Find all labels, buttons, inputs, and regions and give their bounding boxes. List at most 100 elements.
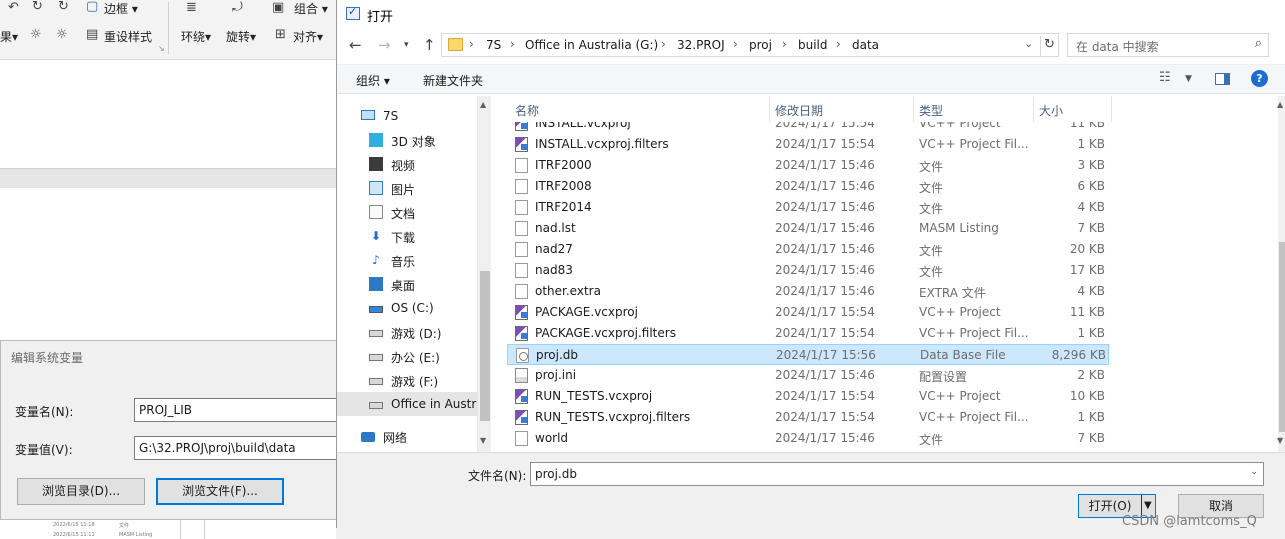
recent-locations-icon[interactable]: ▾ (404, 40, 409, 50)
organize-menu-button[interactable]: 组织 ▾ (356, 72, 390, 89)
nav-item-label: 3D 对象 (391, 135, 436, 149)
ribbon-group-button[interactable]: 组合 ▾ (294, 0, 328, 17)
file-modified-date: 2024/1/17 15:54 (775, 389, 875, 403)
file-list-scrollbar[interactable]: ▲ ▼ (1277, 96, 1285, 452)
file-row[interactable]: proj.ini 2024/1/17 15:46 配置设置 2 KB (507, 365, 1109, 386)
nav-item-network[interactable]: 网络 (337, 424, 477, 448)
column-header-type[interactable]: 类型 (919, 102, 943, 119)
file-row[interactable]: PACKAGE.vcxproj 2024/1/17 15:54 VC++ Proje… (507, 302, 1109, 323)
dialog-titlebar[interactable]: 打开 (337, 0, 1285, 30)
nav-item-drive-d[interactable]: 游戏 (D:) (337, 320, 477, 344)
variable-value-input[interactable]: G:\32.PROJ\proj\build\data (134, 436, 354, 460)
file-row[interactable]: ITRF2008 2024/1/17 15:46 文件 6 KB (507, 176, 1109, 197)
new-folder-button[interactable]: 新建文件夹 (423, 72, 483, 89)
nav-item-drive-c[interactable]: OS (C:) (337, 296, 477, 320)
cube-icon (369, 133, 383, 147)
address-bar[interactable]: › 7S › Office in Australia (G:) › 32.PRO… (441, 33, 1059, 57)
chevron-down-icon[interactable]: ▼ (1185, 74, 1192, 84)
column-header-size[interactable]: 大小 (1039, 102, 1063, 119)
file-modified-date: 2024/1/17 15:56 (776, 348, 876, 362)
scroll-thumb[interactable] (1279, 242, 1285, 432)
file-size: 4 KB (1077, 284, 1105, 298)
file-row[interactable]: nad83 2024/1/17 15:46 文件 17 KB (507, 260, 1109, 281)
breadcrumb-separator: › (469, 37, 474, 51)
column-divider[interactable] (913, 96, 914, 122)
file-row[interactable]: nad.lst 2024/1/17 15:46 MASM Listing 7 KB (507, 218, 1109, 239)
chevron-down-icon[interactable]: ⌄ (1250, 467, 1258, 477)
breadcrumb-7s[interactable]: 7S (486, 38, 501, 52)
ribbon-reset-style-button[interactable]: 重设样式 (104, 28, 152, 45)
column-header-name[interactable]: 名称 (515, 102, 539, 119)
column-divider[interactable] (1033, 96, 1034, 122)
view-options-icon[interactable]: ☷ (1159, 70, 1171, 85)
ribbon-align-button[interactable]: 对齐▾ (293, 28, 323, 45)
breadcrumb-drive[interactable]: Office in Australia (G:) (525, 38, 658, 52)
file-row[interactable]: INSTALL.vcxproj.filters 2024/1/17 15:54 VC… (507, 134, 1109, 155)
picture-icon (369, 181, 383, 195)
file-row[interactable]: PACKAGE.vcxproj.filters 2024/1/17 15:54 VC… (507, 323, 1109, 344)
column-divider[interactable] (1111, 96, 1112, 122)
breadcrumb-32proj[interactable]: 32.PROJ (677, 38, 725, 52)
file-row[interactable]: nad27 2024/1/17 15:46 文件 20 KB (507, 239, 1109, 260)
file-row[interactable]: proj.db 2024/1/17 15:56 Data Base File 8,29… (507, 344, 1109, 365)
column-header-date[interactable]: 修改日期 (775, 102, 823, 119)
search-input[interactable]: 在 data 中搜索 ⌕ (1067, 33, 1269, 57)
address-dropdown-icon[interactable]: ⌄ (1024, 37, 1033, 50)
refresh-icon[interactable]: ↻ (1040, 36, 1058, 56)
dialog-launcher-icon[interactable]: ↘ (158, 44, 165, 53)
filename-input[interactable]: proj.db ⌄ (530, 462, 1264, 486)
nav-item-7s[interactable]: 7S (337, 104, 477, 128)
nav-item-music[interactable]: ♪ 音乐 (337, 248, 477, 272)
back-arrow-icon[interactable]: ← (349, 36, 362, 54)
file-row[interactable]: world 2024/1/17 15:46 文件 7 KB (507, 428, 1109, 449)
navigation-scrollbar[interactable]: ▲ ▼ (477, 96, 491, 452)
file-type: 文件 (919, 202, 944, 216)
nav-item-pictures[interactable]: 图片 (337, 176, 477, 200)
drive-icon (369, 330, 383, 337)
command-toolbar: 组织 ▾ 新建文件夹 ☷ ▼ ? (337, 64, 1285, 94)
variable-name-input[interactable]: PROJ_LIB (134, 398, 354, 422)
breadcrumb-data[interactable]: data (852, 38, 879, 52)
browse-file-button[interactable]: 浏览文件(F)... (156, 478, 284, 505)
nav-item-documents[interactable]: 文档 (337, 200, 477, 224)
ribbon-rotate-button[interactable]: 旋转▾ (226, 28, 256, 45)
nav-item-3d-objects[interactable]: 3D 对象 (337, 128, 477, 152)
breadcrumb-proj[interactable]: proj (749, 38, 772, 52)
browse-directory-button[interactable]: 浏览目录(D)... (17, 478, 145, 505)
ribbon-wrap-button[interactable]: 环绕▾ (181, 28, 211, 45)
vcxproj-file-icon (515, 389, 528, 404)
search-icon[interactable]: ⌕ (1255, 36, 1262, 51)
forward-arrow-icon[interactable]: → (378, 36, 391, 54)
config-file-icon (515, 368, 528, 383)
nav-item-drive-e[interactable]: 办公 (E:) (337, 344, 477, 368)
file-row[interactable]: ITRF2000 2024/1/17 15:46 文件 3 KB (507, 155, 1109, 176)
scroll-thumb[interactable] (480, 271, 490, 421)
nav-item-drive-g[interactable]: Office in Australia (G:) (337, 392, 491, 416)
breadcrumb-separator: › (661, 37, 666, 51)
file-row[interactable]: other.extra 2024/1/17 15:46 EXTRA 文件 4 KB (507, 281, 1109, 302)
breadcrumb-separator: › (510, 37, 515, 51)
nav-item-drive-f[interactable]: 游戏 (F:) (337, 368, 477, 392)
scroll-down-icon[interactable]: ▼ (1277, 436, 1283, 445)
file-row[interactable]: RUN_TESTS.vcxproj 2024/1/17 15:54 VC++ Pro… (507, 386, 1109, 407)
nav-item-label: 办公 (E:) (391, 351, 440, 365)
scroll-up-icon[interactable]: ▲ (480, 100, 486, 109)
file-size: 10 KB (1069, 389, 1105, 403)
file-row[interactable]: RUN_TESTS.vcxproj.filters 2024/1/17 15:54… (507, 407, 1109, 428)
scroll-up-icon[interactable]: ▲ (1277, 100, 1283, 109)
nav-item-downloads[interactable]: ⬇ 下载 (337, 224, 477, 248)
breadcrumb-build[interactable]: build (798, 38, 828, 52)
file-row[interactable]: ITRF2014 2024/1/17 15:46 文件 4 KB (507, 197, 1109, 218)
file-type: 配置设置 (919, 370, 968, 384)
file-icon (515, 179, 528, 194)
column-divider[interactable] (769, 96, 770, 122)
download-icon: ⬇ (370, 229, 382, 243)
align-icon: ≣ (186, 0, 197, 15)
preview-pane-icon[interactable] (1215, 73, 1230, 85)
scroll-down-icon[interactable]: ▼ (480, 436, 486, 445)
up-arrow-icon[interactable]: ↑ (423, 36, 436, 54)
nav-item-desktop[interactable]: 桌面 (337, 272, 477, 296)
help-icon[interactable]: ? (1251, 70, 1268, 87)
nav-item-videos[interactable]: 视频 (337, 152, 477, 176)
ribbon-border-button[interactable]: 边框 ▾ (104, 0, 138, 17)
